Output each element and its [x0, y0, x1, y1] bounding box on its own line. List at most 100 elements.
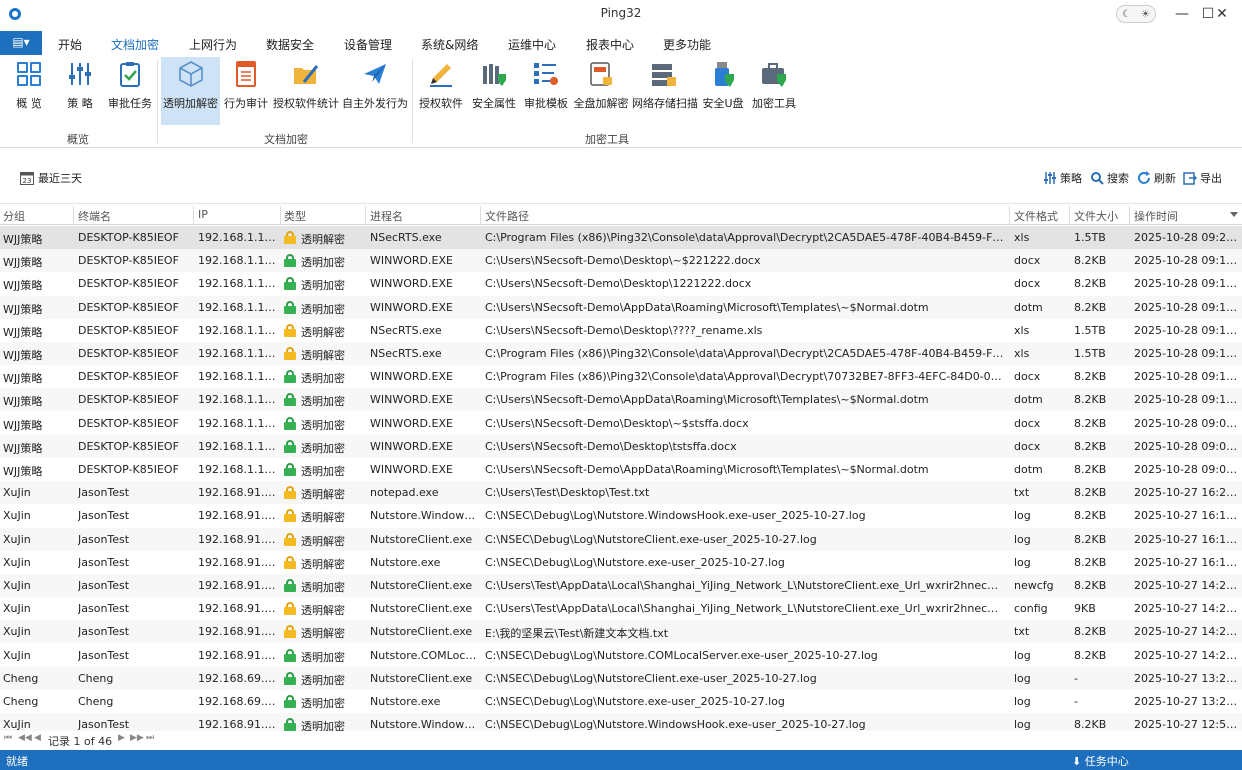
cell-ip: 192.168.1.195 [198, 416, 278, 430]
sun-icon: ☀ [1141, 8, 1150, 20]
ribbon-behavior-audit-button[interactable]: 行为审计 [222, 57, 270, 125]
tab-device-management[interactable]: 设备管理 [344, 36, 392, 53]
column-header-group[interactable]: 分组 [3, 208, 25, 224]
column-divider[interactable] [1009, 206, 1010, 224]
tab-start[interactable]: 开始 [58, 36, 82, 53]
column-header-file-size[interactable]: 文件大小 [1074, 208, 1118, 224]
cell-file-format: log [1014, 695, 1031, 708]
table-row[interactable]: WJJ策略 DESKTOP-K85IEOF 192.168.1.195 透明解密 NSe… [0, 342, 1242, 365]
tab-data-security[interactable]: 数据安全 [266, 36, 314, 53]
ribbon-secure-usb-button[interactable]: 安全U盘 [700, 57, 746, 125]
minimize-button[interactable]: — [1168, 3, 1196, 25]
next-fast-icon[interactable]: ▶▶ [130, 733, 144, 743]
cell-file-format: newcfg [1014, 579, 1054, 592]
ribbon-approval-task-button[interactable]: 审批任务 [106, 57, 154, 125]
cell-operation-time: 2025-10-28 09:10:23 [1134, 393, 1242, 407]
table-row[interactable]: WJJ策略 DESKTOP-K85IEOF 192.168.1.195 透明加密 WIN… [0, 295, 1242, 319]
file-menu-button[interactable]: ▤▾ [0, 31, 42, 55]
table-row[interactable]: WJJ策略 DESKTOP-K85IEOF 192.168.1.195 透明解密 NSe… [0, 226, 1242, 249]
cell-operation-time: 2025-10-27 13:21:14 [1134, 695, 1242, 708]
cell-process: NutstoreClient.exe [370, 625, 473, 639]
next-page-icon[interactable]: ▶ [118, 733, 125, 743]
column-divider[interactable] [1069, 206, 1070, 224]
table-row[interactable]: XuJin JasonTest 192.168.91.140 透明解密 Nutstore… [0, 551, 1242, 574]
column-divider[interactable] [365, 206, 366, 224]
table-row[interactable]: WJJ策略 DESKTOP-K85IEOF 192.168.1.195 透明加密 WIN… [0, 249, 1242, 273]
table-row[interactable]: WJJ策略 DESKTOP-K85IEOF 192.168.1.195 透明加密 WIN… [0, 272, 1242, 295]
export-button[interactable]: 导出 [1183, 170, 1222, 186]
strategy-button[interactable]: 策略 [1043, 170, 1082, 186]
sort-desc-icon[interactable] [1230, 212, 1238, 217]
column-header-process[interactable]: 进程名 [370, 208, 403, 224]
prev-page-icon[interactable]: ◀ [34, 733, 41, 743]
table-row[interactable]: Cheng Cheng 192.168.69.69 透明加密 Nutstore.exe C… [0, 690, 1242, 713]
ribbon-encryption-tools-button[interactable]: 加密工具 [750, 57, 798, 125]
table-row[interactable]: WJJ策略 DESKTOP-K85IEOF 192.168.1.195 透明加密 WIN… [0, 434, 1242, 458]
column-divider[interactable] [480, 206, 481, 224]
table-row[interactable]: XuJin JasonTest 192.168.91.140 透明解密 Nutstore… [0, 620, 1242, 644]
cell-operation-time: 2025-10-27 13:21:16 [1134, 671, 1242, 685]
column-divider[interactable] [280, 206, 281, 224]
column-divider[interactable] [1129, 206, 1130, 224]
cell-group: WJJ策略 [3, 349, 43, 362]
cell-file-format: dotm [1014, 300, 1043, 314]
table-row[interactable]: XuJin JasonTest 192.168.91.140 透明加密 Nutstore… [0, 644, 1242, 667]
column-header-type[interactable]: 类型 [284, 208, 306, 224]
prev-fast-icon[interactable]: ◀◀ [18, 733, 32, 743]
first-page-icon[interactable]: ⏮ [4, 733, 12, 743]
tab-web-behavior[interactable]: 上网行为 [189, 36, 237, 53]
cell-file-path: C:\Users\NSecsoft-Demo\AppData\Roaming\M… [485, 393, 929, 407]
ribbon-approval-template-button[interactable]: 审批模板 [522, 57, 570, 125]
ribbon-authorized-software-button[interactable]: 授权软件 [417, 57, 465, 125]
column-header-operation-time[interactable]: 操作时间 [1134, 208, 1178, 224]
close-button[interactable]: ✕ [1208, 3, 1236, 25]
column-header-terminal[interactable]: 终端名 [78, 208, 111, 224]
last-page-icon[interactable]: ⏭ [146, 733, 154, 743]
ribbon-overview-button[interactable]: 概 览 [6, 57, 52, 125]
tab-report-center[interactable]: 报表中心 [586, 36, 634, 53]
cell-file-format: xls [1014, 231, 1030, 244]
table-row[interactable]: WJJ策略 DESKTOP-K85IEOF 192.168.1.195 透明加密 WIN… [0, 365, 1242, 388]
tab-system-network[interactable]: 系统&网络 [421, 36, 478, 53]
table-row[interactable]: XuJin JasonTest 192.168.91.140 透明解密 Nutstore… [0, 504, 1242, 527]
table-row[interactable]: WJJ策略 DESKTOP-K85IEOF 192.168.1.195 透明加密 WIN… [0, 412, 1242, 435]
refresh-button[interactable]: 刷新 [1137, 170, 1176, 186]
table-row[interactable]: Cheng Cheng 192.168.69.69 透明加密 NutstoreClien… [0, 666, 1242, 690]
column-header-file-path[interactable]: 文件路径 [485, 208, 529, 224]
cell-type: 透明解密 [301, 534, 345, 548]
date-range-button[interactable]: 23 最近三天 [20, 170, 82, 186]
tab-doc-encryption[interactable]: 文档加密 [111, 36, 160, 57]
ribbon-transparent-crypto-button[interactable]: 透明加解密 [161, 57, 220, 125]
tab-ops-center[interactable]: 运维中心 [508, 36, 556, 53]
refresh-label: 刷新 [1154, 172, 1176, 185]
table-row[interactable]: WJJ策略 DESKTOP-K85IEOF 192.168.1.195 透明加密 WIN… [0, 388, 1242, 412]
sliders-icon [69, 63, 91, 85]
group-label-overview: 概览 [67, 133, 89, 146]
column-divider[interactable] [73, 206, 74, 224]
ribbon-security-attributes-button[interactable]: 安全属性 [470, 57, 518, 125]
task-center-button[interactable]: ⬇ 任务中心 [1072, 753, 1129, 769]
search-button[interactable]: 搜索 [1090, 170, 1129, 186]
cell-process: WINWORD.EXE [370, 439, 453, 453]
ribbon-strategy-button[interactable]: 策 略 [58, 57, 102, 125]
tab-more-features[interactable]: 更多功能 [663, 36, 711, 53]
table-row[interactable]: WJJ策略 DESKTOP-K85IEOF 192.168.1.195 透明解密 NSe… [0, 319, 1242, 342]
ribbon-label: 审批任务 [108, 97, 152, 110]
cell-process: NSecRTS.exe [370, 347, 442, 360]
column-header-file-format[interactable]: 文件格式 [1014, 208, 1058, 224]
ribbon-full-disk-encryption-button[interactable]: 全盘加解密 [573, 57, 629, 125]
cell-group: XuJin [3, 509, 31, 523]
cell-type: 透明解密 [301, 233, 345, 246]
table-row[interactable]: XuJin JasonTest 192.168.91.140 透明解密 Nutstore… [0, 527, 1242, 551]
theme-toggle[interactable]: ☾ ☀ [1116, 5, 1156, 23]
table-row[interactable]: WJJ策略 DESKTOP-K85IEOF 192.168.1.195 透明加密 WIN… [0, 458, 1242, 481]
table-row[interactable]: XuJin JasonTest 192.168.91.140 透明解密 Nutstore… [0, 597, 1242, 620]
lock-icon [284, 370, 296, 384]
table-row[interactable]: XuJin JasonTest 192.168.91.140 透明解密 notepad.… [0, 481, 1242, 505]
column-divider[interactable] [193, 206, 194, 224]
table-row[interactable]: XuJin JasonTest 192.168.91.140 透明加密 Nutstore… [0, 574, 1242, 597]
ribbon-license-stats-button[interactable]: 授权软件统计 [273, 57, 339, 125]
ribbon-outbound-behavior-button[interactable]: 自主外发行为 [342, 57, 408, 125]
column-header-ip[interactable]: IP [198, 208, 208, 221]
ribbon-network-storage-scan-button[interactable]: 网络存储扫描 [632, 57, 698, 125]
